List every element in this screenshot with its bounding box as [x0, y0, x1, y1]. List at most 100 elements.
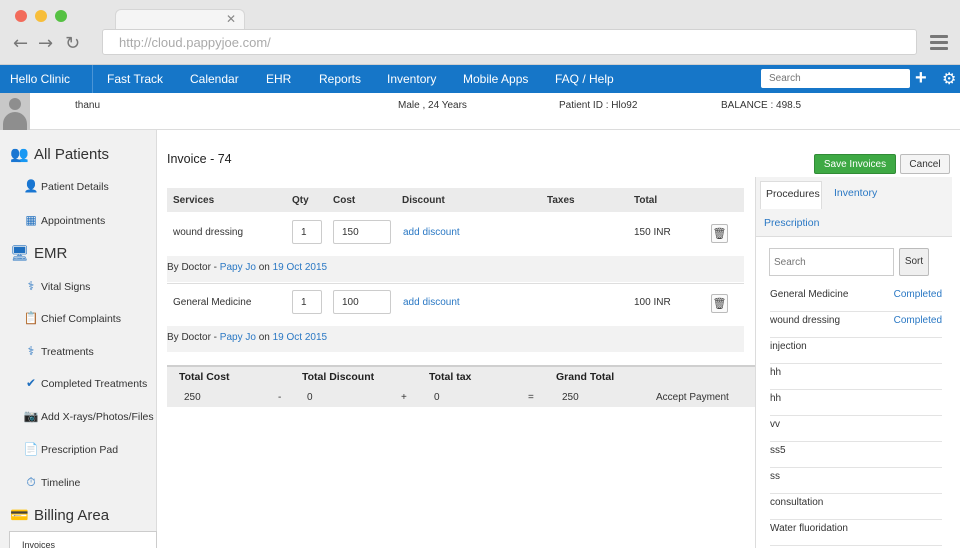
avatar	[0, 93, 30, 130]
header-taxes: Taxes	[547, 195, 575, 206]
window-close-dot[interactable]	[15, 10, 27, 22]
nav-calendar[interactable]: Calendar	[190, 72, 239, 86]
clipboard-icon: 📋	[23, 311, 39, 325]
sidebar-emr[interactable]: 🖥 EMR	[10, 244, 67, 262]
back-arrow-icon[interactable]: ←	[13, 33, 28, 54]
procedure-item[interactable]: wound dressing Completed	[770, 312, 942, 338]
reload-icon[interactable]: ↻	[65, 33, 80, 54]
doctor-on: on	[255, 262, 273, 273]
credit-card-icon: 💳	[10, 507, 29, 524]
nav-fast-track[interactable]: Fast Track	[107, 72, 163, 86]
cost-input[interactable]: 150	[333, 220, 391, 244]
nav-search-input[interactable]	[761, 69, 910, 88]
sidebar-all-patients[interactable]: 👥 All Patients	[10, 145, 109, 163]
accept-payment-button[interactable]: Accept Payment	[656, 392, 729, 403]
header-cost: Cost	[333, 195, 356, 206]
procedure-item[interactable]: injection	[770, 338, 942, 364]
row-service: wound dressing	[173, 227, 244, 238]
doctor-link[interactable]: Papy Jo	[220, 262, 256, 273]
sidebar-item-vital-signs[interactable]: ⚕ Vital Signs	[23, 279, 91, 293]
sidebar-item-add-xrays[interactable]: 📷 Add X-rays/Photos/Files	[23, 409, 154, 423]
sidebar-item-appointments[interactable]: ▦ Appointments	[23, 213, 105, 227]
procedure-item[interactable]: hh	[770, 390, 942, 416]
doctor-link[interactable]: Papy Jo	[220, 332, 256, 343]
procedure-name: vv	[770, 419, 780, 430]
procedure-item[interactable]: Water fluoridation	[770, 520, 942, 546]
nav-inventory[interactable]: Inventory	[387, 72, 436, 86]
procedure-status: Completed	[893, 315, 942, 326]
cost-input[interactable]: 100	[333, 290, 391, 314]
date-link[interactable]: 19 Oct 2015	[273, 332, 327, 343]
total-discount-label: Total Discount	[302, 371, 375, 383]
sidebar-item-timeline[interactable]: ⏱ Timeline	[23, 475, 80, 490]
total-tax-label: Total tax	[429, 371, 472, 383]
qty-input[interactable]: 1	[292, 220, 322, 244]
nav-faq-help[interactable]: FAQ / Help	[555, 72, 614, 86]
procedure-item[interactable]: vv	[770, 416, 942, 442]
invoice-table-header: Services Qty Cost Discount Taxes Total	[167, 188, 744, 212]
cancel-button[interactable]: Cancel	[900, 154, 950, 174]
sort-button[interactable]: Sort	[899, 248, 929, 276]
procedure-name: Water fluoridation	[770, 523, 848, 534]
sidebar-billing-area[interactable]: 💳 Billing Area	[10, 506, 109, 524]
add-discount-link[interactable]: add discount	[403, 227, 460, 238]
equals-sign: =	[528, 392, 534, 403]
patient-gender-age: Male , 24 Years	[398, 100, 467, 111]
tab-prescription[interactable]: Prescription	[764, 217, 819, 229]
patient-id: Patient ID : Hlo92	[559, 100, 638, 111]
document-icon: 📄	[23, 442, 39, 456]
forward-arrow-icon[interactable]: →	[38, 33, 53, 54]
procedure-name: ss5	[770, 445, 786, 456]
nav-mobile-apps[interactable]: Mobile Apps	[463, 72, 528, 86]
procedure-search-input[interactable]	[769, 248, 894, 276]
user-icon: 👤	[23, 179, 39, 193]
tab-inventory[interactable]: Inventory	[834, 187, 877, 199]
add-icon[interactable]: +	[915, 67, 927, 90]
qty-input[interactable]: 1	[292, 290, 322, 314]
check-circle-icon: ✔	[25, 376, 37, 390]
save-invoices-button[interactable]: Save Invoices	[814, 154, 896, 174]
procedure-item[interactable]: ss5	[770, 442, 942, 468]
grand-total-label: Grand Total	[556, 371, 615, 383]
procedure-status: Completed	[893, 289, 942, 300]
procedure-item[interactable]: consultation	[770, 494, 942, 520]
sidebar-item-chief-complaints[interactable]: 📋 Chief Complaints	[23, 311, 121, 325]
browser-chrome: ✕ ← → ↻ http://cloud.pappyjoe.com/	[0, 0, 960, 65]
invoice-totals: Total Cost Total Discount Total tax Gran…	[167, 365, 755, 407]
total-discount-value: 0	[307, 392, 313, 403]
right-panel-tabs: Procedures Inventory Prescription	[756, 177, 952, 237]
sidebar-item-invoices[interactable]: Invoices	[9, 531, 157, 548]
browser-tab[interactable]: ✕	[115, 9, 245, 31]
procedure-name: consultation	[770, 497, 824, 508]
window-zoom-dot[interactable]	[55, 10, 67, 22]
nav-ehr[interactable]: EHR	[266, 72, 291, 86]
procedure-item[interactable]: General Medicine Completed	[770, 286, 942, 312]
sidebar-item-treatments[interactable]: ⚕ Treatments	[23, 344, 94, 358]
row-service: General Medicine	[173, 297, 252, 308]
sidebar-item-label: Invoices	[22, 540, 56, 548]
procedure-item[interactable]: ss	[770, 468, 942, 494]
procedure-item[interactable]: hh	[770, 364, 942, 390]
gear-icon[interactable]: ⚙	[942, 69, 956, 89]
tab-procedures[interactable]: Procedures	[760, 181, 822, 209]
date-link[interactable]: 19 Oct 2015	[273, 262, 327, 273]
sidebar-item-patient-details[interactable]: 👤 Patient Details	[23, 179, 109, 193]
add-discount-link[interactable]: add discount	[403, 297, 460, 308]
nav-divider	[92, 65, 93, 93]
nav-reports[interactable]: Reports	[319, 72, 361, 86]
patient-name[interactable]: thanu	[75, 100, 100, 111]
camera-icon: 📷	[23, 409, 39, 423]
trash-icon[interactable]: 🗑	[711, 294, 728, 313]
browser-menu-icon[interactable]	[930, 35, 948, 53]
nav-brand[interactable]: Hello Clinic	[10, 72, 70, 86]
procedure-name: ss	[770, 471, 780, 482]
header-total: Total	[634, 195, 658, 206]
sidebar-item-prescription-pad[interactable]: 📄 Prescription Pad	[23, 442, 119, 456]
close-icon[interactable]: ✕	[226, 12, 236, 26]
sidebar-item-completed-treatments[interactable]: ✔ Completed Treatments	[23, 376, 147, 390]
procedure-name: hh	[770, 393, 782, 404]
address-bar[interactable]: http://cloud.pappyjoe.com/	[102, 29, 917, 55]
calendar-icon: ▦	[25, 213, 37, 227]
window-minimize-dot[interactable]	[35, 10, 47, 22]
trash-icon[interactable]: 🗑	[711, 224, 728, 243]
